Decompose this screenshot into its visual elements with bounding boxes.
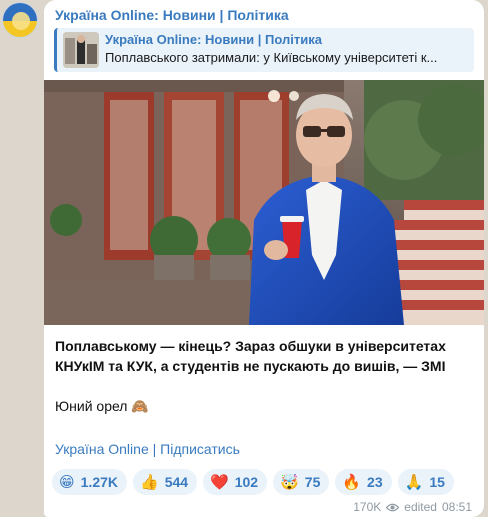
post-subtitle: Юний орел [55,398,128,414]
fire-icon: 🔥 [342,473,362,491]
view-count: 170K [353,500,382,514]
ukraine-flag-icon [3,3,37,37]
photo-image [44,80,484,325]
mind-blown-icon: 🤯 [280,473,299,491]
reply-preview[interactable]: Україна Online: Новини | Політика Поплав… [54,28,474,72]
reaction-count: 1.27K [80,474,118,490]
edited-label: edited [404,500,437,514]
reaction-count: 15 [429,474,445,490]
eye-icon [386,503,400,511]
post-headline: Поплавському — кінець? Зараз обшуки в ун… [55,338,446,374]
reply-text: Поплавського затримали: у Київському уні… [105,50,438,65]
reaction-fire[interactable]: 🔥 23 [335,469,392,495]
channel-avatar[interactable] [2,2,38,38]
reaction-count: 102 [234,474,259,490]
reaction-count: 75 [304,474,321,490]
reaction-count: 23 [367,474,383,490]
thumbs-up-icon: 👍 [140,473,159,491]
reaction-thumbs-up[interactable]: 👍 544 [133,469,198,495]
message-meta: 170K edited 08:51 [353,500,472,514]
reaction-heart[interactable]: ❤️ 102 [203,469,268,495]
reaction-grin[interactable]: 😁 1.27K [52,469,127,495]
grin-icon: 😁 [59,473,75,491]
reaction-mind-blown[interactable]: 🤯 75 [273,469,330,495]
subscribe-link[interactable]: Україна Online | Підписатись [55,441,240,457]
heart-icon: ❤️ [210,473,229,491]
reactions-bar: 😁 1.27K 👍 544 ❤️ 102 🤯 75 🔥 23 🙏 15 [52,469,476,495]
reaction-pray[interactable]: 🙏 15 [397,469,454,495]
reaction-count: 544 [164,474,189,490]
reply-title: Україна Online: Новини | Політика [105,32,322,47]
post-body: Поплавському — кінець? Зараз обшуки в ун… [55,336,475,417]
monkey-icon: 🙈 [131,399,149,415]
post-subtitle-line: Юний орел 🙈 [55,396,475,417]
post-photo[interactable] [44,80,484,325]
message-time: 08:51 [441,500,472,514]
message-bubble: Україна Online: Новини | Політика Україн… [44,0,484,517]
channel-name[interactable]: Україна Online: Новини | Політика [55,7,289,23]
reply-thumbnail [63,32,99,68]
pray-icon: 🙏 [404,473,424,491]
